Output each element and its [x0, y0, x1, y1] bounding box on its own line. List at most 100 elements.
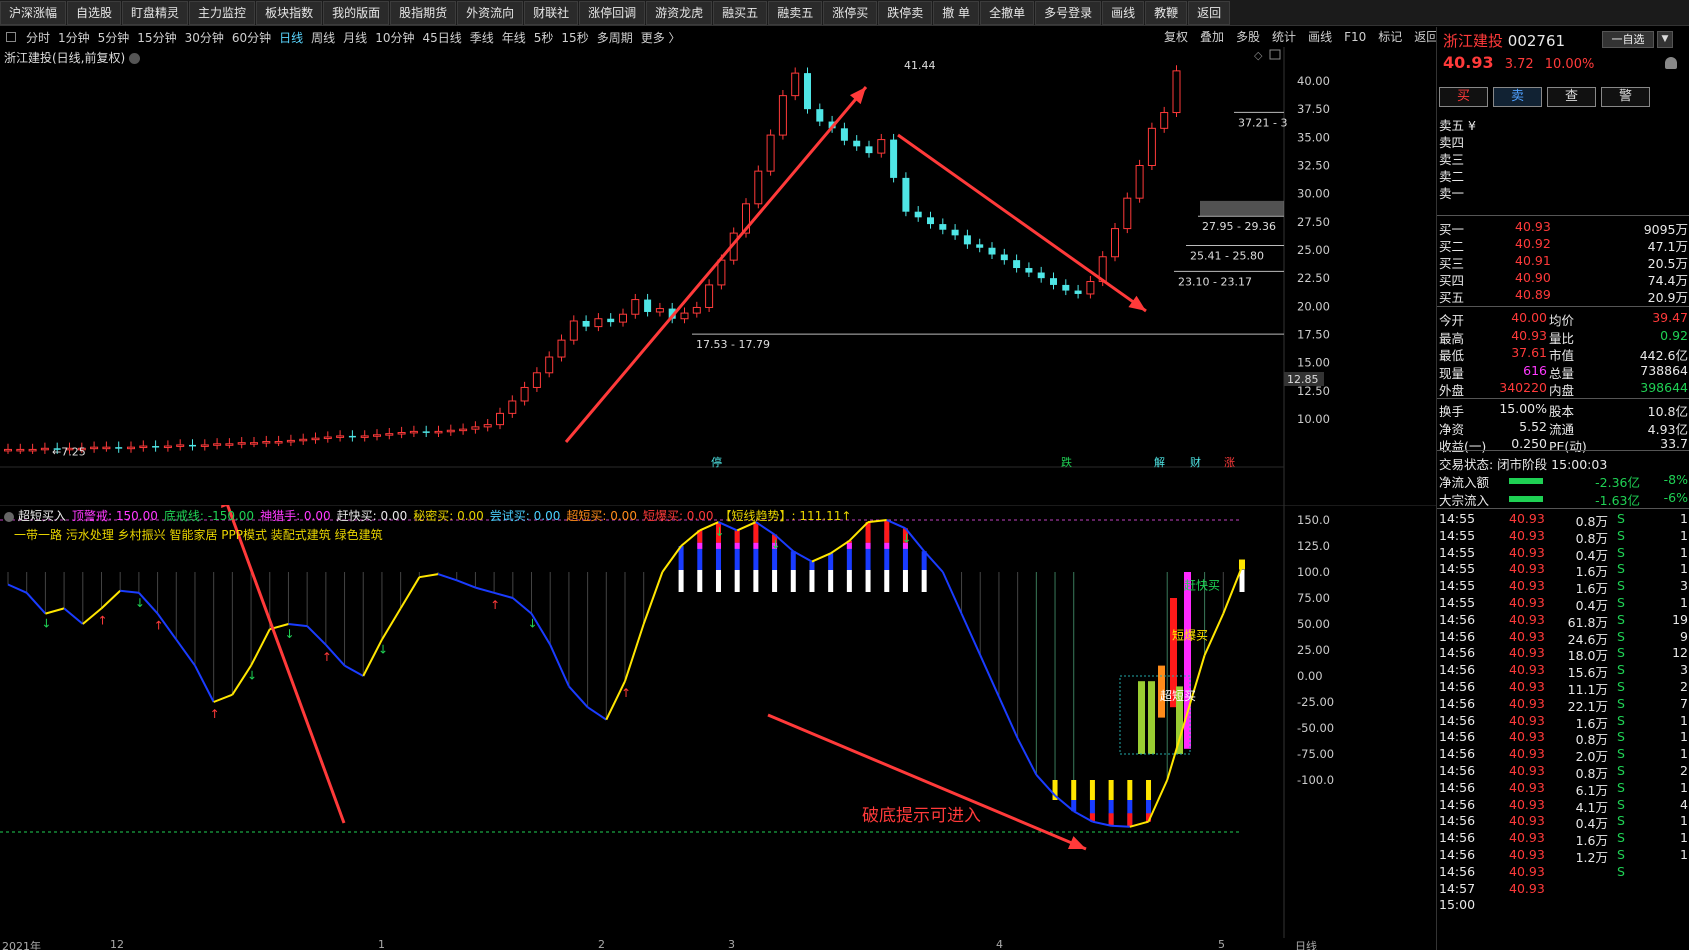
- candle[interactable]: [939, 218, 947, 235]
- candle[interactable]: [1135, 159, 1144, 203]
- period-tab-7[interactable]: 周线: [307, 29, 339, 46]
- event-mark[interactable]: 跌: [1061, 455, 1072, 469]
- period-tab-14[interactable]: 15秒: [557, 29, 592, 46]
- candle[interactable]: [545, 351, 554, 378]
- candle[interactable]: [951, 224, 959, 240]
- candle[interactable]: [976, 238, 984, 253]
- candlestick-chart[interactable]: 40.00 37.50 35.00 32.50 30.00 27.50 25.00 22.50…: [0, 47, 1436, 505]
- period-tab-1[interactable]: 1分钟: [54, 29, 94, 46]
- toolbar-button-13[interactable]: 涨停买: [823, 1, 878, 25]
- bid-row[interactable]: 买三 40.91 20.5万: [1437, 253, 1689, 271]
- candle[interactable]: [816, 103, 824, 127]
- candle[interactable]: [607, 313, 615, 327]
- chevron-down-icon[interactable]: ▼: [1657, 31, 1673, 48]
- candle[interactable]: [409, 425, 418, 438]
- candle[interactable]: [988, 242, 996, 260]
- watchlist-button[interactable]: 一自选: [1602, 31, 1654, 48]
- candle[interactable]: [90, 441, 99, 453]
- toolbar-button-3[interactable]: 主力监控: [189, 1, 256, 25]
- candle[interactable]: [853, 135, 861, 151]
- ask-row[interactable]: 卖二: [1437, 166, 1689, 184]
- candle[interactable]: [1037, 266, 1045, 283]
- candle[interactable]: [102, 441, 111, 452]
- toolbar-button-2[interactable]: 盯盘精灵: [122, 1, 189, 25]
- candle[interactable]: [16, 443, 25, 454]
- candle[interactable]: [262, 435, 271, 448]
- diamond-icon[interactable]: ◇: [1254, 49, 1263, 62]
- event-mark[interactable]: 停: [711, 455, 722, 469]
- toolbar-button-8[interactable]: 财联社: [524, 1, 579, 25]
- chart-tool-1[interactable]: 叠加: [1194, 27, 1230, 47]
- maximize-icon[interactable]: [1269, 49, 1281, 60]
- gear-icon[interactable]: [4, 511, 14, 522]
- candle[interactable]: [323, 431, 332, 443]
- toolbar-button-18[interactable]: 画线: [1102, 1, 1145, 25]
- trade-button-1[interactable]: 卖: [1493, 87, 1542, 107]
- candle[interactable]: [286, 434, 295, 447]
- period-tab-13[interactable]: 5秒: [530, 29, 558, 46]
- period-tab-15[interactable]: 多周期: [593, 29, 637, 46]
- chart-tool-6[interactable]: 标记: [1372, 27, 1408, 47]
- toolbar-button-9[interactable]: 涨停回调: [579, 1, 646, 25]
- candle[interactable]: [1160, 106, 1169, 133]
- chart-tool-2[interactable]: 多股: [1230, 27, 1266, 47]
- indicator-name[interactable]: 超短买入: [18, 509, 66, 523]
- candle[interactable]: [189, 439, 196, 451]
- period-tab-6[interactable]: 日线: [275, 29, 307, 46]
- chart-tool-0[interactable]: 复权: [1158, 27, 1194, 47]
- candle[interactable]: [176, 439, 185, 451]
- candle[interactable]: [1086, 275, 1095, 299]
- candle[interactable]: [397, 426, 406, 439]
- candle[interactable]: [1013, 254, 1021, 273]
- candle[interactable]: [1000, 248, 1008, 265]
- period-tab-10[interactable]: 45日线: [418, 29, 465, 46]
- candle[interactable]: [471, 421, 480, 434]
- period-tab-5[interactable]: 60分钟: [228, 29, 275, 46]
- candle[interactable]: [213, 438, 222, 450]
- period-tab-11[interactable]: 季线: [466, 29, 498, 46]
- candle[interactable]: [434, 425, 443, 438]
- period-tab-3[interactable]: 15分钟: [133, 29, 180, 46]
- candle[interactable]: [914, 206, 922, 222]
- candle[interactable]: [680, 307, 689, 324]
- candle[interactable]: [865, 140, 873, 158]
- event-mark[interactable]: 涨: [1224, 456, 1235, 469]
- toolbar-button-4[interactable]: 板块指数: [256, 1, 323, 25]
- toolbar-button-20[interactable]: 返回: [1188, 1, 1231, 25]
- ask-row[interactable]: 卖一: [1437, 183, 1689, 201]
- candle[interactable]: [274, 435, 283, 447]
- toolbar-button-15[interactable]: 撤 单: [933, 1, 980, 25]
- candle[interactable]: [127, 441, 135, 453]
- candle[interactable]: [644, 293, 652, 317]
- period-tab-12[interactable]: 年线: [498, 29, 530, 46]
- candle[interactable]: [163, 440, 172, 452]
- period-tab-0[interactable]: 分时: [22, 29, 54, 46]
- ask-row[interactable]: 卖五 ¥: [1437, 115, 1689, 133]
- candle[interactable]: [840, 122, 848, 146]
- bid-row[interactable]: 买四 40.90 74.4万: [1437, 270, 1689, 288]
- candle[interactable]: [348, 430, 356, 442]
- candle[interactable]: [1147, 122, 1156, 171]
- trade-button-3[interactable]: 警: [1601, 87, 1650, 107]
- candle[interactable]: [299, 433, 308, 445]
- candle[interactable]: [422, 425, 430, 438]
- candle[interactable]: [705, 279, 714, 312]
- candle[interactable]: [902, 172, 910, 217]
- period-tab-4[interactable]: 30分钟: [181, 29, 228, 46]
- chart-tool-3[interactable]: 统计: [1266, 27, 1302, 47]
- candle[interactable]: [1172, 65, 1181, 118]
- candle[interactable]: [594, 313, 603, 332]
- candle[interactable]: [40, 442, 49, 454]
- candle[interactable]: [804, 67, 811, 114]
- bid-row[interactable]: 买一 40.93 9095万: [1437, 219, 1689, 237]
- toolbar-button-10[interactable]: 游资龙虎: [646, 1, 713, 25]
- candle[interactable]: [1025, 262, 1033, 278]
- candle[interactable]: [459, 423, 468, 435]
- toolbar-button-19[interactable]: 教鞭: [1145, 1, 1188, 25]
- candle[interactable]: [890, 133, 898, 183]
- toolbar-button-7[interactable]: 外资流向: [457, 1, 524, 25]
- toolbar-button-12[interactable]: 融卖五: [768, 1, 823, 25]
- candle[interactable]: [582, 315, 590, 332]
- candle[interactable]: [1062, 279, 1070, 296]
- candle[interactable]: [28, 443, 37, 454]
